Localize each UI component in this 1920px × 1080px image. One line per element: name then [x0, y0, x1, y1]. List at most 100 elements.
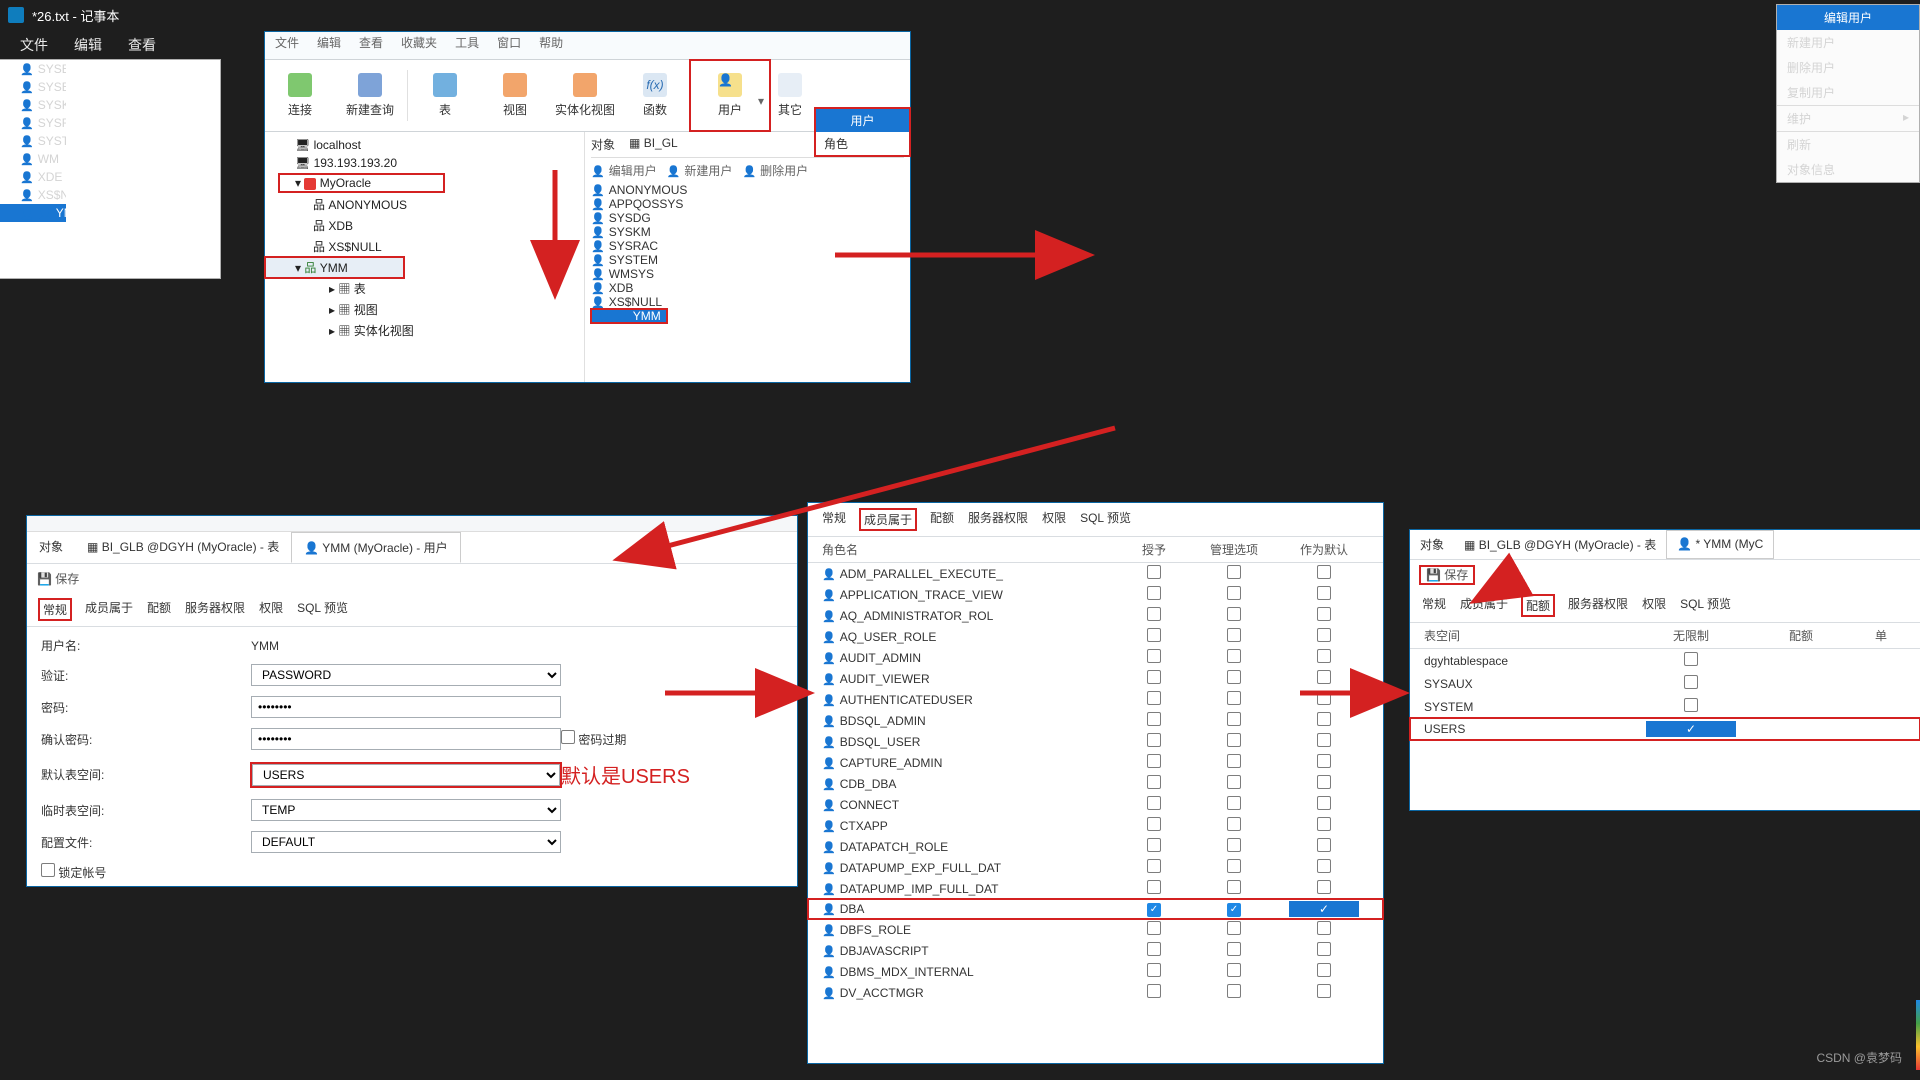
- d-subtab-serverpriv[interactable]: 服务器权限: [968, 509, 1028, 530]
- user-list-item[interactable]: WM: [0, 150, 66, 168]
- grant-checkbox[interactable]: [1147, 984, 1161, 998]
- default-checkbox[interactable]: [1317, 628, 1331, 642]
- e-subtab-memberof[interactable]: 成员属于: [1460, 595, 1508, 616]
- role-row[interactable]: CONNECT: [808, 794, 1383, 815]
- default-checkbox[interactable]: [1317, 691, 1331, 705]
- admin-checkbox[interactable]: [1227, 607, 1241, 621]
- ribbon-user[interactable]: 👤用户▾: [690, 60, 770, 131]
- admin-checkbox[interactable]: [1227, 859, 1241, 873]
- default-checkbox[interactable]: [1317, 775, 1331, 789]
- tree-anonymous[interactable]: 品 ANONYMOUS: [265, 194, 584, 215]
- btn-edit-user[interactable]: 编辑用户: [591, 162, 657, 179]
- input-confirm[interactable]: [251, 728, 561, 750]
- ribbon-table[interactable]: 表: [410, 60, 480, 131]
- role-row[interactable]: BDSQL_USER: [808, 731, 1383, 752]
- user-list-item[interactable]: SYSRAC: [591, 239, 904, 253]
- nm-edit[interactable]: 编辑: [317, 34, 341, 57]
- e-tab-obj[interactable]: 对象: [1410, 530, 1454, 559]
- admin-checkbox[interactable]: [1227, 775, 1241, 789]
- role-row[interactable]: AUDIT_VIEWER: [808, 668, 1383, 689]
- unlimited-checkbox[interactable]: [1684, 675, 1698, 689]
- cm-maintain[interactable]: 维护▸: [1777, 105, 1919, 132]
- cm-objinfo[interactable]: 对象信息: [1777, 157, 1919, 182]
- admin-checkbox[interactable]: [1227, 880, 1241, 894]
- role-row[interactable]: ADM_PARALLEL_EXECUTE_: [808, 563, 1383, 584]
- default-checkbox[interactable]: [1317, 838, 1331, 852]
- tab-table[interactable]: ▦ BI_GL: [629, 136, 678, 153]
- e-subtab-sql[interactable]: SQL 预览: [1680, 595, 1731, 616]
- admin-checkbox[interactable]: [1227, 796, 1241, 810]
- user-list-item[interactable]: SYSKM: [591, 225, 904, 239]
- grant-checkbox[interactable]: [1147, 649, 1161, 663]
- role-row[interactable]: BDSQL_ADMIN: [808, 710, 1383, 731]
- e-subtab-general[interactable]: 常规: [1422, 595, 1446, 616]
- default-checkbox[interactable]: [1317, 859, 1331, 873]
- select-tmpts[interactable]: TEMP: [251, 799, 561, 821]
- nm-fav[interactable]: 收藏夹: [401, 34, 437, 57]
- admin-checkbox[interactable]: [1227, 628, 1241, 642]
- tree-myoracle[interactable]: ▾ MyOracle: [279, 174, 444, 192]
- role-row[interactable]: DV_ACCTMGR: [808, 982, 1383, 1003]
- subtab-memberof[interactable]: 成员属于: [85, 599, 133, 620]
- nm-window[interactable]: 窗口: [497, 34, 521, 57]
- default-checkbox[interactable]: [1317, 607, 1331, 621]
- admin-checkbox[interactable]: [1227, 670, 1241, 684]
- user-list-item[interactable]: SYSF: [0, 114, 66, 132]
- admin-checkbox[interactable]: [1227, 754, 1241, 768]
- grant-checkbox[interactable]: [1147, 733, 1161, 747]
- quota-row[interactable]: SYSAUX: [1410, 672, 1920, 695]
- role-row[interactable]: DATAPATCH_ROLE: [808, 836, 1383, 857]
- default-checkbox[interactable]: [1317, 796, 1331, 810]
- admin-checkbox[interactable]: [1227, 649, 1241, 663]
- grant-checkbox[interactable]: [1147, 921, 1161, 935]
- user-list-item[interactable]: 👤 YMM: [591, 309, 667, 323]
- d-subtab-quota[interactable]: 配额: [930, 509, 954, 530]
- d-subtab-memberof[interactable]: 成员属于: [860, 509, 916, 530]
- ribbon-view[interactable]: 视图: [480, 60, 550, 131]
- grant-checkbox[interactable]: [1147, 942, 1161, 956]
- tree-ip[interactable]: 🖥 193.193.193.20: [265, 154, 584, 172]
- role-row[interactable]: DBFS_ROLE: [808, 919, 1383, 940]
- user-list-item[interactable]: SYSE: [0, 78, 66, 96]
- unlimited-checkbox[interactable]: [1684, 698, 1698, 712]
- d-subtab-sql[interactable]: SQL 预览: [1080, 509, 1131, 530]
- default-checkbox[interactable]: [1317, 817, 1331, 831]
- quota-row[interactable]: USERS✓: [1410, 718, 1920, 740]
- role-row[interactable]: CTXAPP: [808, 815, 1383, 836]
- tree-table[interactable]: ▸ ▦ 表: [265, 278, 584, 299]
- default-checkbox[interactable]: [1317, 712, 1331, 726]
- tab-user[interactable]: 👤 YMM (MyOracle) - 用户: [291, 532, 460, 563]
- tab-objects[interactable]: 对象: [591, 136, 615, 153]
- admin-checkbox[interactable]: [1227, 586, 1241, 600]
- admin-checkbox[interactable]: [1227, 691, 1241, 705]
- tree-xsnull[interactable]: 品 XS$NULL: [265, 236, 584, 257]
- e-subtab-quota[interactable]: 配额: [1522, 595, 1554, 616]
- admin-checkbox[interactable]: [1227, 963, 1241, 977]
- admin-checkbox[interactable]: [1227, 984, 1241, 998]
- grant-checkbox[interactable]: [1147, 691, 1161, 705]
- role-row[interactable]: APPLICATION_TRACE_VIEW: [808, 584, 1383, 605]
- admin-checkbox[interactable]: [1227, 921, 1241, 935]
- tab-table[interactable]: ▦ BI_GLB @DGYH (MyOracle) - 表: [75, 532, 291, 563]
- default-checkbox[interactable]: [1317, 670, 1331, 684]
- nm-tools[interactable]: 工具: [455, 34, 479, 57]
- e-tab-usr[interactable]: 👤 * YMM (MyC: [1666, 530, 1774, 559]
- user-list-item[interactable]: SYST: [0, 132, 66, 150]
- role-row[interactable]: AUDIT_ADMIN: [808, 647, 1383, 668]
- default-checkbox[interactable]: [1317, 565, 1331, 579]
- role-row[interactable]: AQ_USER_ROLE: [808, 626, 1383, 647]
- grant-checkbox[interactable]: [1147, 775, 1161, 789]
- btn-del-user[interactable]: 删除用户: [742, 162, 808, 179]
- subtab-priv[interactable]: 权限: [259, 599, 283, 620]
- dropdown-user[interactable]: 用户: [816, 109, 909, 132]
- select-defts[interactable]: USERS: [252, 764, 560, 786]
- user-list-item[interactable]: APPQOSSYS: [591, 197, 904, 211]
- ribbon-other[interactable]: 其它: [770, 60, 810, 131]
- subtab-serverpriv[interactable]: 服务器权限: [185, 599, 245, 620]
- admin-checkbox[interactable]: [1227, 817, 1241, 831]
- select-profile[interactable]: DEFAULT: [251, 831, 561, 853]
- e-subtab-priv[interactable]: 权限: [1642, 595, 1666, 616]
- user-list-item[interactable]: XDE: [0, 168, 66, 186]
- user-list-item[interactable]: XS$NULL: [591, 295, 904, 309]
- grant-checkbox[interactable]: [1147, 796, 1161, 810]
